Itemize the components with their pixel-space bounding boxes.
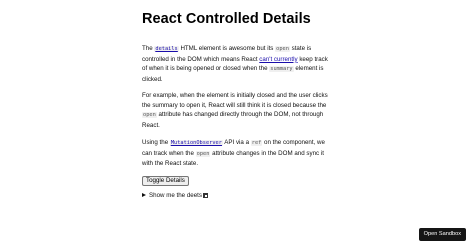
code-ref: ref [250,140,263,146]
text: attribute has changed directly through t… [142,111,324,130]
external-box-icon [202,192,209,198]
toggle-details-button[interactable]: Toggle Details [142,176,189,186]
code-open: open [195,150,211,157]
details-docs-link[interactable]: details [154,45,179,52]
code-summary: summary [269,66,294,73]
open-sandbox-button[interactable]: Open Sandbox [418,228,466,241]
mutation-observer-paragraph: Using the MutationObserver API via a ref… [142,138,334,169]
disclosure-triangle-icon [142,193,146,197]
code-details: details [154,46,179,52]
cant-currently-link[interactable]: can't currently [259,56,297,63]
text: The [142,45,155,52]
details-summary[interactable]: Show me the deets [142,191,209,200]
intro-paragraph: The details HTML element is awesome but … [142,44,334,85]
summary-label: Show me the deets [149,192,202,199]
page-title: React Controlled Details [142,11,311,27]
text: For example, when the element is initial… [142,92,328,109]
code-mutation-observer: MutationObserver [169,140,223,146]
mutation-observer-link[interactable]: MutationObserver [169,139,223,146]
text: API via a [222,139,251,146]
code-open: open [142,112,157,119]
example-paragraph: For example, when the element is initial… [142,91,334,131]
text: HTML element is awesome but its [178,45,276,52]
code-open: open [275,46,290,52]
text: Using the [142,139,170,146]
